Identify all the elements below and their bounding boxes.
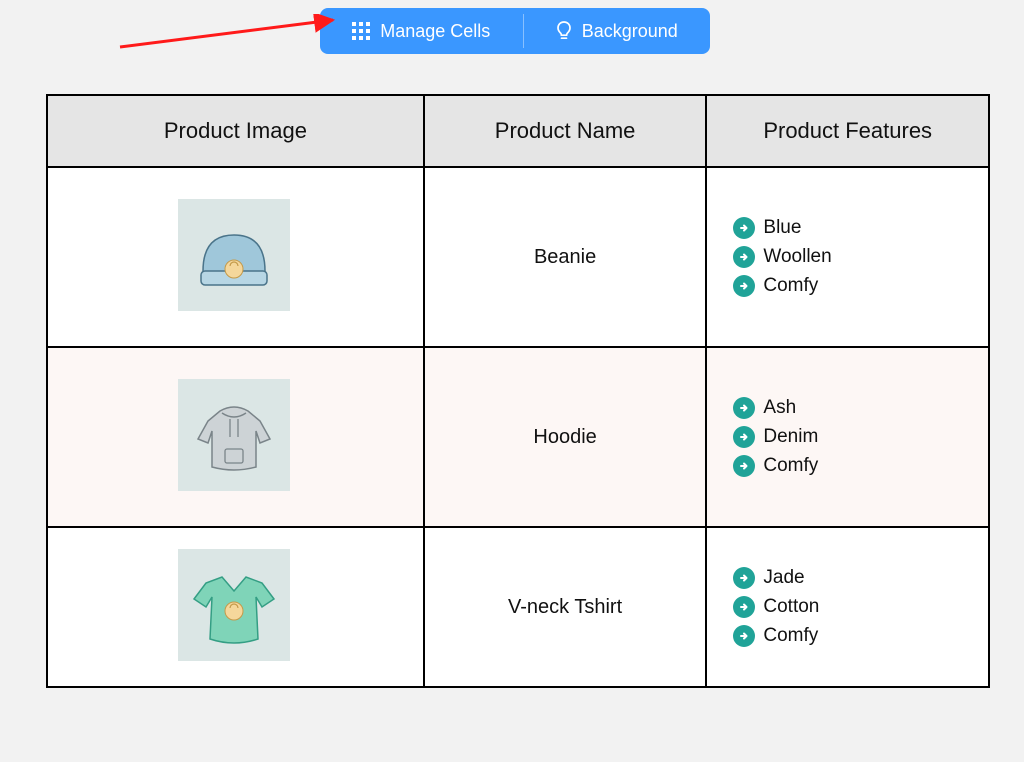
product-name-cell: Hoodie bbox=[424, 347, 707, 527]
arrow-bullet-icon bbox=[733, 217, 755, 239]
toolbar: Manage Cells Background bbox=[320, 8, 710, 54]
product-thumb-beanie bbox=[178, 199, 290, 311]
arrow-bullet-icon bbox=[733, 426, 755, 448]
manage-cells-button[interactable]: Manage Cells bbox=[320, 8, 523, 54]
product-name-cell: V-neck Tshirt bbox=[424, 527, 707, 687]
product-table: Product Image Product Name Product Featu… bbox=[46, 94, 990, 688]
list-item: Denim bbox=[733, 426, 988, 448]
arrow-bullet-icon bbox=[733, 275, 755, 297]
feature-label: Comfy bbox=[763, 626, 818, 647]
feature-list: Blue Woollen Comfy bbox=[733, 217, 988, 297]
feature-label: Comfy bbox=[763, 456, 818, 477]
product-image-cell bbox=[47, 527, 424, 687]
arrow-bullet-icon bbox=[733, 397, 755, 419]
col-header-image: Product Image bbox=[47, 95, 424, 167]
arrow-bullet-icon bbox=[733, 455, 755, 477]
feature-label: Denim bbox=[763, 427, 818, 448]
product-name-label: V-neck Tshirt bbox=[508, 596, 622, 618]
product-image-cell bbox=[47, 347, 424, 527]
bulb-icon bbox=[556, 21, 572, 41]
product-name-label: Beanie bbox=[534, 246, 596, 268]
arrow-bullet-icon bbox=[733, 596, 755, 618]
feature-label: Comfy bbox=[763, 276, 818, 297]
product-thumb-vneck bbox=[178, 549, 290, 661]
table-row: V-neck Tshirt Jade Cotton bbox=[47, 527, 989, 687]
background-button[interactable]: Background bbox=[524, 8, 711, 54]
grid-icon bbox=[352, 22, 370, 40]
product-image-cell bbox=[47, 167, 424, 347]
arrow-bullet-icon bbox=[733, 625, 755, 647]
feature-label: Jade bbox=[763, 568, 804, 589]
arrow-bullet-icon bbox=[733, 567, 755, 589]
product-features-cell: Blue Woollen Comfy bbox=[706, 167, 989, 347]
feature-list: Ash Denim Comfy bbox=[733, 397, 988, 477]
feature-label: Ash bbox=[763, 398, 796, 419]
table-row: Beanie Blue Woollen bbox=[47, 167, 989, 347]
product-features-cell: Ash Denim Comfy bbox=[706, 347, 989, 527]
col-header-name: Product Name bbox=[424, 95, 707, 167]
arrow-bullet-icon bbox=[733, 246, 755, 268]
background-label: Background bbox=[582, 21, 678, 42]
feature-label: Cotton bbox=[763, 597, 819, 618]
list-item: Comfy bbox=[733, 625, 988, 647]
annotation-arrow-icon bbox=[115, 14, 345, 54]
table-header-row: Product Image Product Name Product Featu… bbox=[47, 95, 989, 167]
feature-label: Blue bbox=[763, 218, 801, 239]
feature-list: Jade Cotton Comfy bbox=[733, 567, 988, 647]
feature-label: Woollen bbox=[763, 247, 831, 268]
table-row: Hoodie Ash Denim Co bbox=[47, 347, 989, 527]
list-item: Comfy bbox=[733, 455, 988, 477]
list-item: Woollen bbox=[733, 246, 988, 268]
product-features-cell: Jade Cotton Comfy bbox=[706, 527, 989, 687]
manage-cells-label: Manage Cells bbox=[380, 21, 490, 42]
list-item: Ash bbox=[733, 397, 988, 419]
col-header-features: Product Features bbox=[706, 95, 989, 167]
product-name-label: Hoodie bbox=[533, 426, 596, 448]
list-item: Cotton bbox=[733, 596, 988, 618]
list-item: Jade bbox=[733, 567, 988, 589]
product-name-cell: Beanie bbox=[424, 167, 707, 347]
list-item: Blue bbox=[733, 217, 988, 239]
product-thumb-hoodie bbox=[178, 379, 290, 491]
list-item: Comfy bbox=[733, 275, 988, 297]
product-table-wrap: Product Image Product Name Product Featu… bbox=[46, 94, 990, 688]
